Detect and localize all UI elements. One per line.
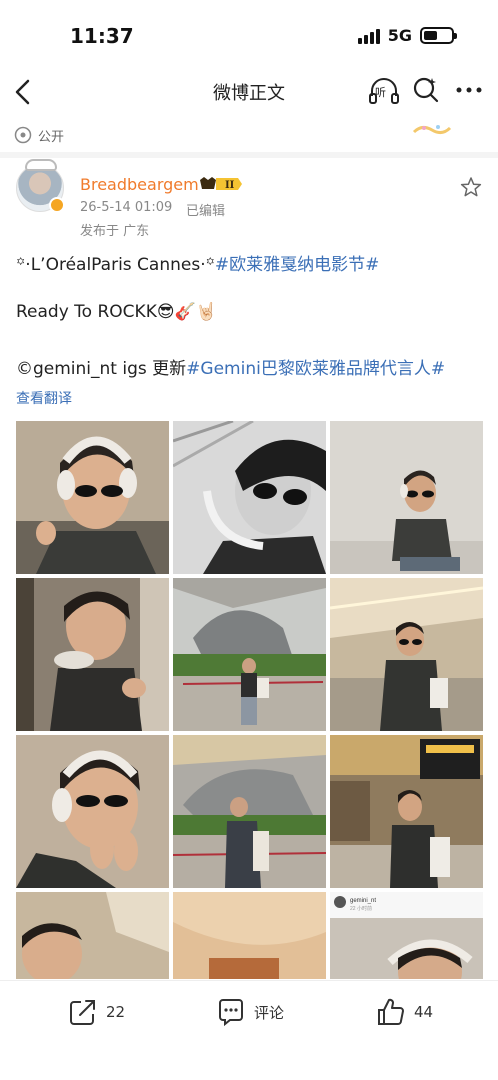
post-text-line-3: ©gemini_nt igs 更新#Gemini巴黎欧莱雅品牌代言人# [16, 354, 445, 379]
translate-link[interactable]: 查看翻译 [16, 388, 72, 408]
search-icon[interactable] [412, 76, 440, 104]
listen-label: 听 [375, 86, 386, 99]
post-text-prefix: ꙳·L’OréalParis Cannes·꙳ [16, 255, 215, 275]
like-count: 44 [414, 1003, 434, 1021]
share-count: 22 [106, 1003, 126, 1021]
share-icon [70, 1000, 95, 1025]
comment-icon [219, 999, 243, 1027]
nav-bar: 微博正文 听 [0, 70, 498, 114]
status-icons: 5G [357, 26, 457, 45]
post-location: 发布于 广东 [80, 224, 150, 239]
vip-badge-icon[interactable]: II [198, 176, 242, 192]
share-button[interactable]: 22 [68, 997, 125, 1027]
section-divider [0, 152, 498, 158]
photo-thumbnail[interactable] [330, 578, 483, 731]
author-name[interactable]: Breadbeargem [80, 175, 199, 194]
photo-thumbnail[interactable] [330, 421, 483, 574]
photo-thumbnail[interactable] [173, 578, 326, 731]
decoration-sticker-icon [412, 125, 452, 135]
photo-thumbnail[interactable] [16, 735, 169, 888]
avatar-frame-decoration [25, 159, 57, 171]
post-text-mention: ©gemini_nt igs 更新 [16, 359, 187, 379]
post-text-line-2: Ready To ROCKK😎🎸🤘🏻 [16, 302, 217, 322]
thumbs-up-icon [378, 998, 404, 1025]
hashtag-link[interactable]: #欧莱雅戛纳电影节# [215, 255, 380, 275]
battery-icon [420, 27, 457, 44]
photo-thumbnail[interactable] [173, 892, 326, 979]
network-type: 5G [387, 26, 412, 45]
visibility-row: 公开 [14, 124, 64, 146]
hashtag-link[interactable]: #Gemini巴黎欧莱雅品牌代言人# [186, 359, 445, 379]
comment-button[interactable]: 评论 [216, 997, 284, 1027]
status-bar: 11:37 5G [0, 0, 498, 70]
photo-grid: gemini_nt 22 小时前 [16, 421, 483, 979]
visibility-label: 公开 [38, 129, 65, 145]
public-icon [14, 126, 32, 144]
photo-thumbnail[interactable] [173, 735, 326, 888]
edited-label: 已编辑 [186, 204, 226, 219]
photo-thumbnail[interactable] [16, 892, 169, 979]
vip-level: II [225, 180, 235, 191]
bottom-action-bar: 22 评论 44 [0, 980, 498, 1080]
photo-thumbnail[interactable] [330, 735, 483, 888]
avatar[interactable] [16, 159, 65, 213]
instagram-screenshot-thumbnail[interactable]: gemini_nt 22 小时前 [330, 892, 483, 979]
post-time: 26-5-14 01:09 [80, 200, 173, 215]
comment-label: 评论 [254, 1003, 285, 1022]
listen-button[interactable]: 听 [367, 74, 401, 108]
signal-icon [357, 28, 380, 44]
ig-handle: gemini_nt [350, 898, 376, 904]
favorite-star-icon[interactable] [460, 176, 482, 198]
more-icon[interactable] [455, 78, 483, 102]
photo-thumbnail[interactable] [173, 421, 326, 574]
ig-caption: 22 小时前 [350, 905, 372, 912]
post-text-line-1: ꙳·L’OréalParis Cannes·꙳#欧莱雅戛纳电影节# [16, 250, 379, 275]
photo-thumbnail[interactable] [16, 421, 169, 574]
status-time: 11:37 [70, 24, 134, 48]
like-button[interactable]: 44 [376, 997, 433, 1027]
photo-thumbnail[interactable] [16, 578, 169, 731]
verified-badge [49, 197, 65, 213]
